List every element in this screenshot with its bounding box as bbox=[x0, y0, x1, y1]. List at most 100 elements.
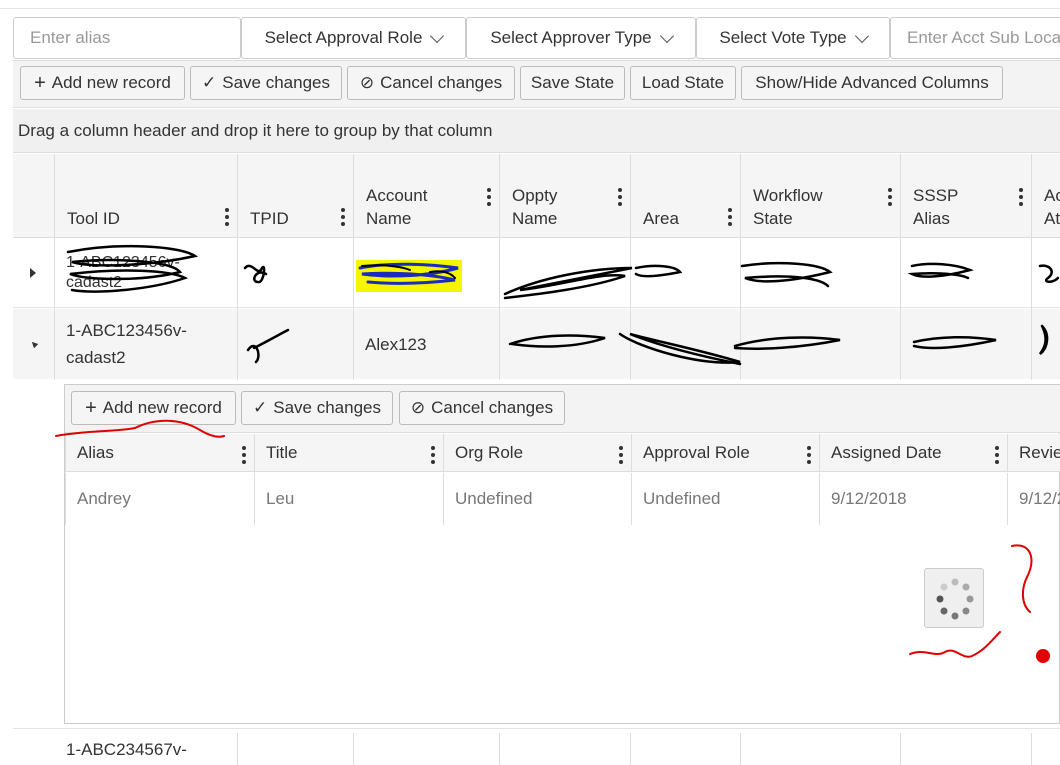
column-header-sssp-alias[interactable]: SSSP Alias bbox=[900, 154, 1031, 238]
detail-column-assigned-date[interactable]: Assigned Date bbox=[819, 434, 1007, 472]
column-title: Title bbox=[266, 443, 298, 462]
alias-filter-placeholder: Enter alias bbox=[30, 28, 111, 47]
column-menu-icon[interactable] bbox=[728, 208, 732, 226]
grid-line bbox=[900, 733, 901, 765]
detail-add-record-button[interactable]: + Add new record bbox=[71, 391, 236, 425]
chevron-down-icon bbox=[430, 28, 445, 43]
toggle-advanced-columns-button[interactable]: Show/Hide Advanced Columns bbox=[741, 66, 1003, 100]
column-menu-icon[interactable] bbox=[431, 446, 435, 464]
vote-type-select[interactable]: Select Vote Type bbox=[696, 17, 890, 59]
column-title: Org Role bbox=[455, 443, 524, 462]
grid-line bbox=[499, 733, 500, 765]
column-header-tool-id[interactable]: Tool ID bbox=[54, 154, 237, 238]
load-state-label: Load State bbox=[641, 73, 725, 92]
column-menu-icon[interactable] bbox=[807, 446, 811, 464]
approver-type-label: Select Approver Type bbox=[490, 28, 652, 47]
detail-cancel-changes-label: Cancel changes bbox=[431, 398, 554, 417]
vote-type-label: Select Vote Type bbox=[719, 28, 847, 47]
approver-type-select[interactable]: Select Approver Type bbox=[466, 17, 696, 59]
column-header-tpid[interactable]: TPID bbox=[237, 154, 353, 238]
check-icon: ✓ bbox=[253, 398, 268, 417]
cancel-icon: ⊘ bbox=[359, 73, 375, 92]
column-header-area[interactable]: Area bbox=[630, 154, 740, 238]
detail-cell-review: 9/12/2 bbox=[1007, 473, 1060, 525]
detail-save-changes-label: Save changes bbox=[273, 398, 381, 417]
detail-cell-org-role: Undefined bbox=[443, 473, 631, 525]
column-title: Revie bbox=[1019, 443, 1060, 462]
detail-cell-title: Leu bbox=[254, 473, 443, 525]
column-header-partial[interactable]: Ac At bbox=[1031, 154, 1060, 238]
cancel-changes-button[interactable]: ⊘ Cancel changes bbox=[347, 66, 515, 100]
chevron-down-icon bbox=[854, 28, 869, 43]
group-drop-area[interactable]: Drag a column header and drop it here to… bbox=[13, 109, 1060, 153]
plus-icon: + bbox=[85, 396, 97, 419]
toggle-advanced-columns-label: Show/Hide Advanced Columns bbox=[755, 73, 989, 92]
load-state-button[interactable]: Load State bbox=[630, 66, 736, 100]
loading-spinner bbox=[924, 568, 984, 628]
cancel-changes-label: Cancel changes bbox=[380, 73, 503, 92]
tool-id-text: 1-ABC234567v- bbox=[66, 740, 187, 759]
review-text: 9/12/2 bbox=[1019, 489, 1060, 508]
detail-cell-alias: Andrey bbox=[65, 473, 254, 525]
cancel-icon: ⊘ bbox=[410, 398, 426, 417]
grid-line bbox=[740, 733, 741, 765]
detail-column-alias[interactable]: Alias bbox=[65, 434, 254, 472]
chevron-down-icon bbox=[659, 28, 674, 43]
top-border bbox=[0, 8, 1060, 9]
column-title: Tool ID bbox=[67, 209, 120, 228]
detail-add-record-label: Add new record bbox=[102, 398, 222, 417]
acct-sub-location-placeholder: Enter Acct Sub Loca bbox=[907, 28, 1060, 47]
detail-cancel-changes-button[interactable]: ⊘ Cancel changes bbox=[399, 391, 565, 425]
add-record-label: Add new record bbox=[51, 73, 171, 92]
column-title: Account Name bbox=[366, 186, 428, 228]
redaction-scribbles bbox=[66, 244, 1060, 366]
detail-column-approval-role[interactable]: Approval Role bbox=[631, 434, 819, 472]
column-menu-icon[interactable] bbox=[487, 188, 491, 206]
spinner-icon bbox=[936, 578, 974, 620]
detail-cell-assigned-date: 9/12/2018 bbox=[819, 473, 1007, 525]
acct-sub-location-input[interactable]: Enter Acct Sub Loca bbox=[890, 17, 1060, 59]
save-changes-label: Save changes bbox=[222, 73, 330, 92]
column-menu-icon[interactable] bbox=[888, 188, 892, 206]
alias-text: Andrey bbox=[77, 489, 131, 508]
grid-line bbox=[237, 733, 238, 765]
detail-column-title[interactable]: Title bbox=[254, 434, 443, 472]
column-title: TPID bbox=[250, 209, 289, 228]
add-record-button[interactable]: + Add new record bbox=[20, 66, 185, 100]
column-title: Assigned Date bbox=[831, 443, 942, 462]
column-header-account-name[interactable]: Account Name bbox=[353, 154, 499, 238]
group-hint-text: Drag a column header and drop it here to… bbox=[18, 120, 493, 140]
column-menu-icon[interactable] bbox=[618, 188, 622, 206]
column-menu-icon[interactable] bbox=[1019, 188, 1023, 206]
detail-column-org-role[interactable]: Org Role bbox=[443, 434, 631, 472]
column-title: Workflow State bbox=[753, 186, 823, 228]
alias-filter-input[interactable]: Enter alias bbox=[13, 17, 241, 59]
column-header-workflow-state[interactable]: Workflow State bbox=[740, 154, 900, 238]
column-title: Approval Role bbox=[643, 443, 750, 462]
column-menu-icon[interactable] bbox=[341, 208, 345, 226]
grid-line bbox=[1031, 733, 1032, 765]
save-state-label: Save State bbox=[530, 73, 615, 92]
grid-line bbox=[353, 733, 354, 765]
grid-line bbox=[630, 733, 631, 765]
cell-tool-id: 1-ABC234567v- bbox=[66, 740, 187, 765]
column-menu-icon[interactable] bbox=[995, 446, 999, 464]
plus-icon: + bbox=[34, 71, 46, 94]
save-state-button[interactable]: Save State bbox=[520, 66, 625, 100]
approval-role-text: Undefined bbox=[643, 489, 721, 508]
approval-role-select[interactable]: Select Approval Role bbox=[241, 17, 466, 59]
save-changes-button[interactable]: ✓ Save changes bbox=[190, 66, 342, 100]
check-icon: ✓ bbox=[202, 73, 217, 92]
assigned-date-text: 9/12/2018 bbox=[831, 489, 907, 508]
column-menu-icon[interactable] bbox=[619, 446, 623, 464]
org-role-text: Undefined bbox=[455, 489, 533, 508]
title-text: Leu bbox=[266, 489, 295, 508]
column-menu-icon[interactable] bbox=[242, 446, 246, 464]
column-header-oppty-name[interactable]: Oppty Name bbox=[499, 154, 630, 238]
column-title: Oppty Name bbox=[512, 186, 558, 228]
detail-save-changes-button[interactable]: ✓ Save changes bbox=[241, 391, 393, 425]
column-title: Ac At bbox=[1044, 186, 1060, 228]
approval-role-label: Select Approval Role bbox=[264, 28, 423, 47]
detail-column-review[interactable]: Revie bbox=[1007, 434, 1060, 472]
column-menu-icon[interactable] bbox=[225, 208, 229, 226]
